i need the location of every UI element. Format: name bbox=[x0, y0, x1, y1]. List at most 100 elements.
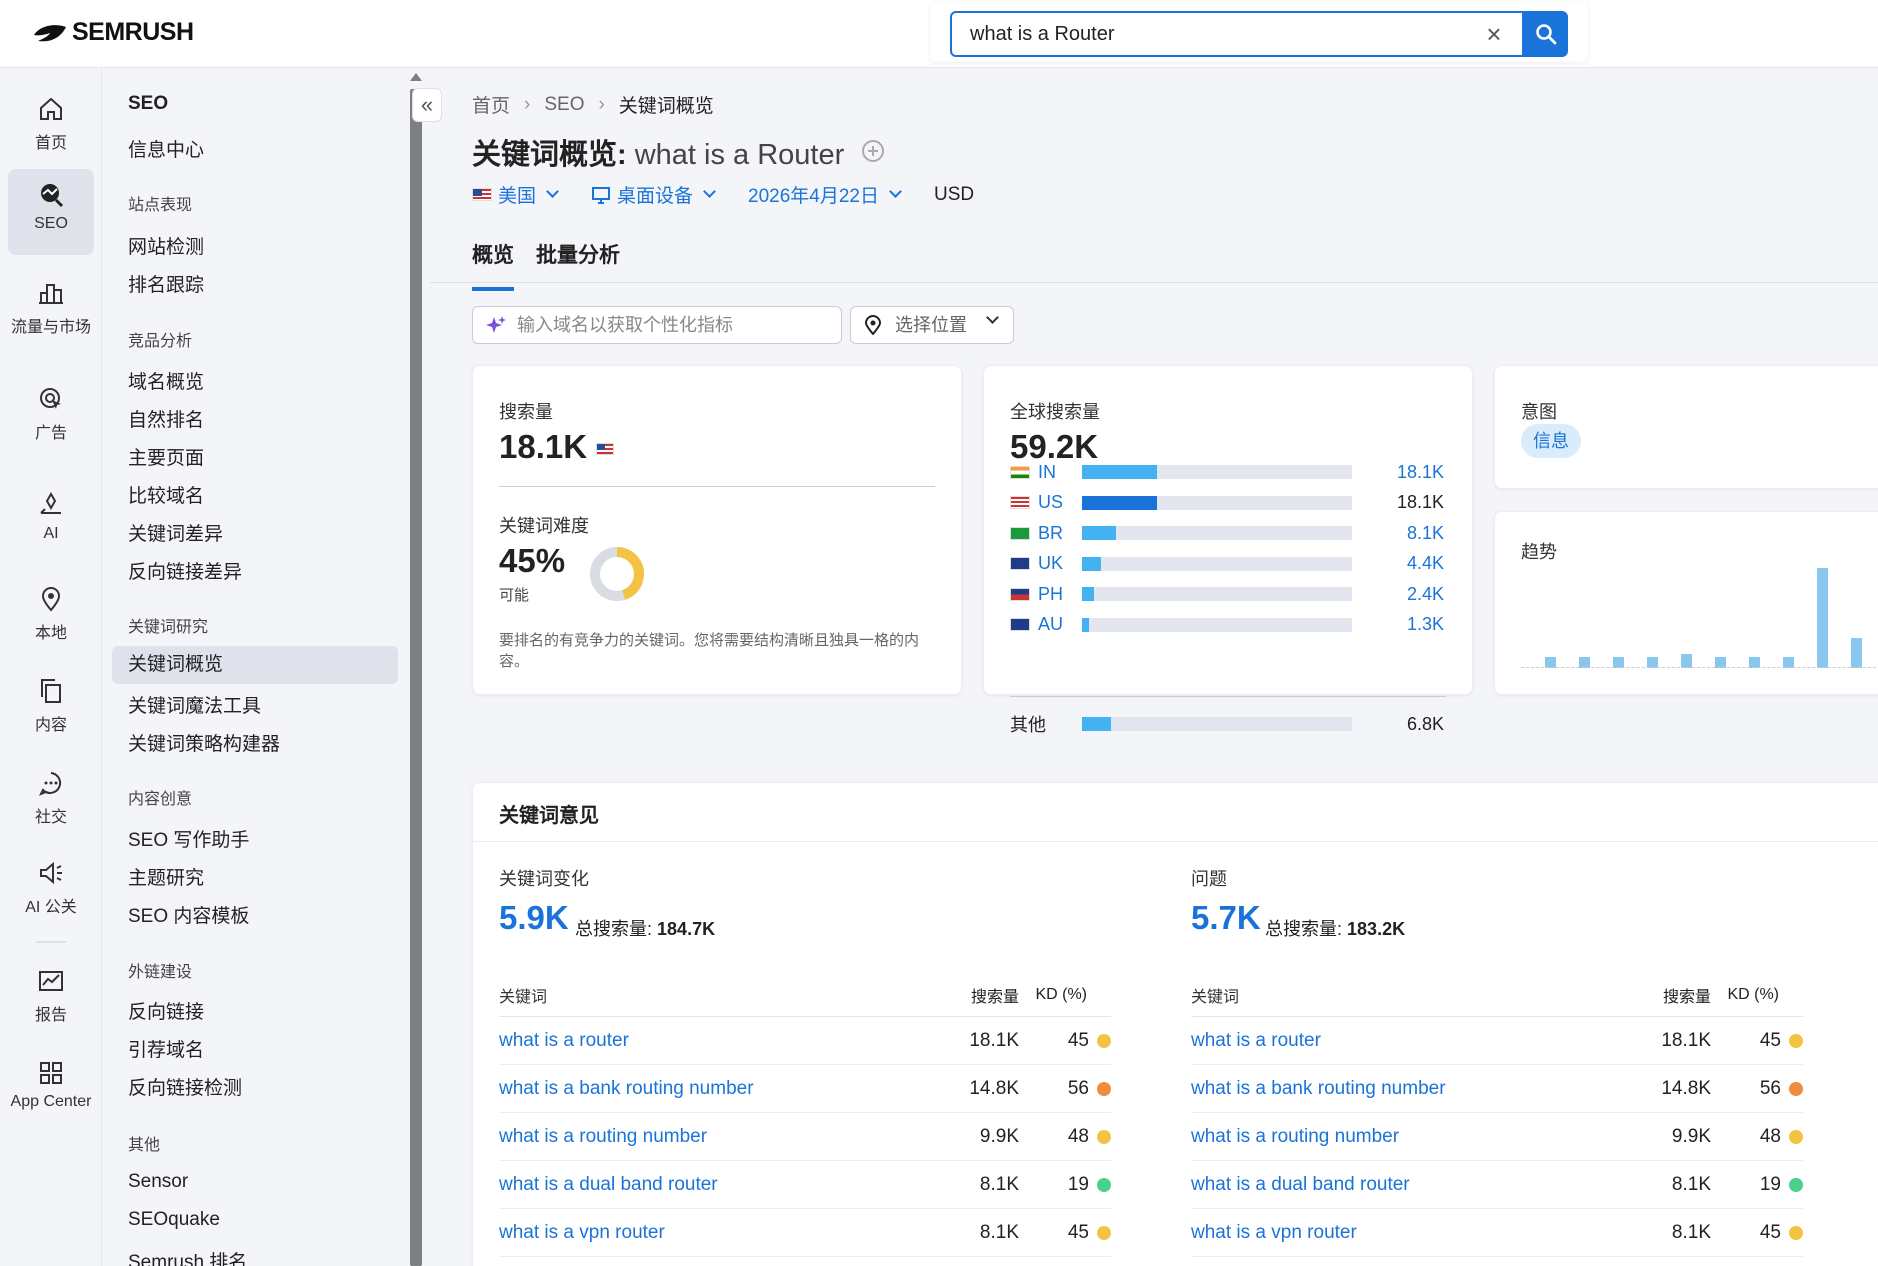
keyword-link[interactable]: what is a bank routing number bbox=[1191, 1078, 1601, 1100]
rail-item-traffic[interactable]: 流量与市场 bbox=[8, 275, 94, 365]
subnav-scrollbar[interactable] bbox=[408, 69, 424, 1266]
questions-count[interactable]: 5.7K bbox=[1191, 899, 1261, 937]
location-select[interactable]: 选择位置 bbox=[850, 306, 1014, 344]
scroll-thumb[interactable] bbox=[410, 89, 422, 1266]
keyword-kd: 48 bbox=[1019, 1126, 1111, 1148]
domain-input[interactable]: 输入域名以获取个性化指标 bbox=[472, 306, 842, 344]
kd-dot-icon bbox=[1097, 1129, 1111, 1144]
rail-item-home[interactable]: 首页 bbox=[8, 89, 94, 159]
country-code[interactable]: UK bbox=[1010, 553, 1082, 574]
table-row: what is a vpn router 8.1K 45 bbox=[499, 1209, 1111, 1257]
variations-count[interactable]: 5.9K bbox=[499, 899, 569, 937]
keyword-volume: 14.8K bbox=[1661, 1077, 1711, 1099]
subnav-item[interactable]: 主要页面 bbox=[128, 443, 204, 470]
breadcrumb-home[interactable]: 首页 bbox=[472, 91, 510, 118]
title-keyword: what is a Router bbox=[634, 139, 845, 171]
subnav-item[interactable]: 排名跟踪 bbox=[128, 270, 204, 297]
volume-bar-fill bbox=[1082, 556, 1102, 571]
date-select[interactable]: 2026年4月22日 bbox=[748, 181, 902, 208]
br-flag-icon bbox=[1010, 526, 1030, 540]
trend-bar[interactable] bbox=[1851, 638, 1862, 668]
header-volume[interactable]: 搜索量 bbox=[1601, 983, 1711, 1007]
kd-value: 45 bbox=[1067, 1029, 1089, 1051]
keyword-link[interactable]: what is a dual band router bbox=[1191, 1174, 1601, 1196]
subnav-item[interactable]: 主题研究 bbox=[128, 863, 204, 890]
header-volume[interactable]: 搜索量 bbox=[909, 983, 1019, 1007]
subnav-item-info-center[interactable]: 信息中心 bbox=[128, 135, 204, 162]
country-code[interactable]: IN bbox=[1010, 462, 1082, 483]
clear-search-icon[interactable]: × bbox=[1480, 20, 1508, 48]
keyword-link[interactable]: what is a dual band router bbox=[499, 1174, 909, 1196]
subnav-item[interactable]: 反向链接差异 bbox=[128, 557, 242, 584]
country-volume: 4.4K bbox=[1406, 553, 1444, 573]
keyword-link[interactable]: what is a routing number bbox=[1191, 1126, 1601, 1148]
country-code[interactable]: BR bbox=[1010, 523, 1082, 544]
trend-bar[interactable] bbox=[1681, 654, 1692, 668]
subnav-item[interactable]: 引荐域名 bbox=[128, 1035, 204, 1062]
country-code[interactable]: AU bbox=[1010, 614, 1082, 635]
rail-item-ai[interactable]: AI bbox=[8, 487, 94, 557]
header-kd[interactable]: KD (%) bbox=[1019, 986, 1111, 1004]
variations-label[interactable]: 关键词变化 bbox=[499, 865, 589, 891]
header-kd[interactable]: KD (%) bbox=[1711, 986, 1803, 1004]
subnav-item[interactable]: 比较域名 bbox=[128, 481, 204, 508]
rail-label: AI 公关 bbox=[25, 899, 77, 916]
rail-item-content[interactable]: 内容 bbox=[8, 673, 94, 743]
semrush-logo[interactable]: SEMRUSH bbox=[32, 18, 194, 47]
subnav-item[interactable]: Semrush 排名 bbox=[128, 1247, 247, 1266]
subnav-item[interactable]: Sensor bbox=[128, 1171, 188, 1193]
global-row-us[interactable]: US 18.1K bbox=[1010, 491, 1444, 515]
keyword-link[interactable]: what is a router bbox=[1191, 1030, 1601, 1052]
tab-bulk-analysis[interactable]: 批量分析 bbox=[536, 239, 620, 291]
subnav-item[interactable]: SEO 内容模板 bbox=[128, 901, 249, 928]
keyword-link[interactable]: what is a router bbox=[499, 1030, 909, 1052]
keyword-link[interactable]: what is a vpn router bbox=[499, 1222, 909, 1244]
subnav-item[interactable]: SEOquake bbox=[128, 1209, 220, 1231]
subnav-item-active[interactable]: 关键词概览 bbox=[112, 646, 398, 684]
subnav-item[interactable]: 反向链接检测 bbox=[128, 1073, 242, 1100]
intent-badge[interactable]: 信息 bbox=[1521, 424, 1581, 458]
rail-item-local[interactable]: 本地 bbox=[8, 581, 94, 651]
global-row-uk[interactable]: UK 4.4K bbox=[1010, 552, 1444, 576]
global-row-au[interactable]: AU 1.3K bbox=[1010, 613, 1444, 637]
rail-item-seo[interactable]: SEO bbox=[8, 169, 94, 255]
global-row-in[interactable]: IN 18.1K bbox=[1010, 460, 1444, 484]
search-input[interactable] bbox=[950, 11, 1524, 57]
scroll-up-arrow-icon[interactable] bbox=[410, 73, 422, 81]
rail-item-social[interactable]: 社交 bbox=[8, 765, 94, 835]
subnav-item[interactable]: 关键词策略构建器 bbox=[128, 729, 280, 756]
add-to-list-icon[interactable] bbox=[862, 140, 885, 162]
rail-item-ai-pr[interactable]: AI 公关 bbox=[8, 855, 94, 925]
global-row-ph[interactable]: PH 2.4K bbox=[1010, 582, 1444, 606]
header-keyword[interactable]: 关键词 bbox=[499, 983, 909, 1007]
global-row-br[interactable]: BR 8.1K bbox=[1010, 521, 1444, 545]
variations-table: 关键词 搜索量 KD (%) what is a router 18.1K 45 what … bbox=[499, 973, 1111, 1257]
country-select[interactable]: 美国 bbox=[472, 181, 559, 208]
subnav-item[interactable]: 关键词差异 bbox=[128, 519, 223, 546]
rail-label: 报告 bbox=[34, 1007, 67, 1024]
volume-bar-fill bbox=[1082, 495, 1158, 510]
subnav-item[interactable]: 自然排名 bbox=[128, 405, 204, 432]
device-select[interactable]: 桌面设备 bbox=[591, 181, 716, 208]
subnav-item[interactable]: SEO 写作助手 bbox=[128, 825, 249, 852]
search-button[interactable] bbox=[1524, 11, 1568, 57]
table-row: what is a bank routing number 14.8K 56 bbox=[1191, 1065, 1803, 1113]
header-keyword[interactable]: 关键词 bbox=[1191, 983, 1601, 1007]
country-code[interactable]: US bbox=[1010, 492, 1082, 513]
country-code[interactable]: PH bbox=[1010, 584, 1082, 605]
subnav-item[interactable]: 域名概览 bbox=[128, 367, 204, 394]
keyword-link[interactable]: what is a vpn router bbox=[1191, 1222, 1601, 1244]
rail-item-app-center[interactable]: App Center bbox=[8, 1055, 94, 1145]
rail-item-report[interactable]: 报告 bbox=[8, 963, 94, 1033]
questions-label[interactable]: 问题 bbox=[1191, 865, 1227, 891]
breadcrumb-seo[interactable]: SEO bbox=[544, 94, 584, 116]
rail-item-ads[interactable]: 广告 bbox=[8, 381, 94, 451]
keyword-link[interactable]: what is a routing number bbox=[499, 1126, 909, 1148]
trend-bar[interactable] bbox=[1817, 568, 1828, 668]
subnav-item[interactable]: 反向链接 bbox=[128, 997, 204, 1024]
keyword-link[interactable]: what is a bank routing number bbox=[499, 1078, 909, 1100]
kd-donut-chart bbox=[590, 547, 644, 601]
subnav-item[interactable]: 网站检测 bbox=[128, 232, 204, 259]
subnav-item[interactable]: 关键词魔法工具 bbox=[128, 691, 261, 718]
tab-overview[interactable]: 概览 bbox=[472, 239, 514, 291]
